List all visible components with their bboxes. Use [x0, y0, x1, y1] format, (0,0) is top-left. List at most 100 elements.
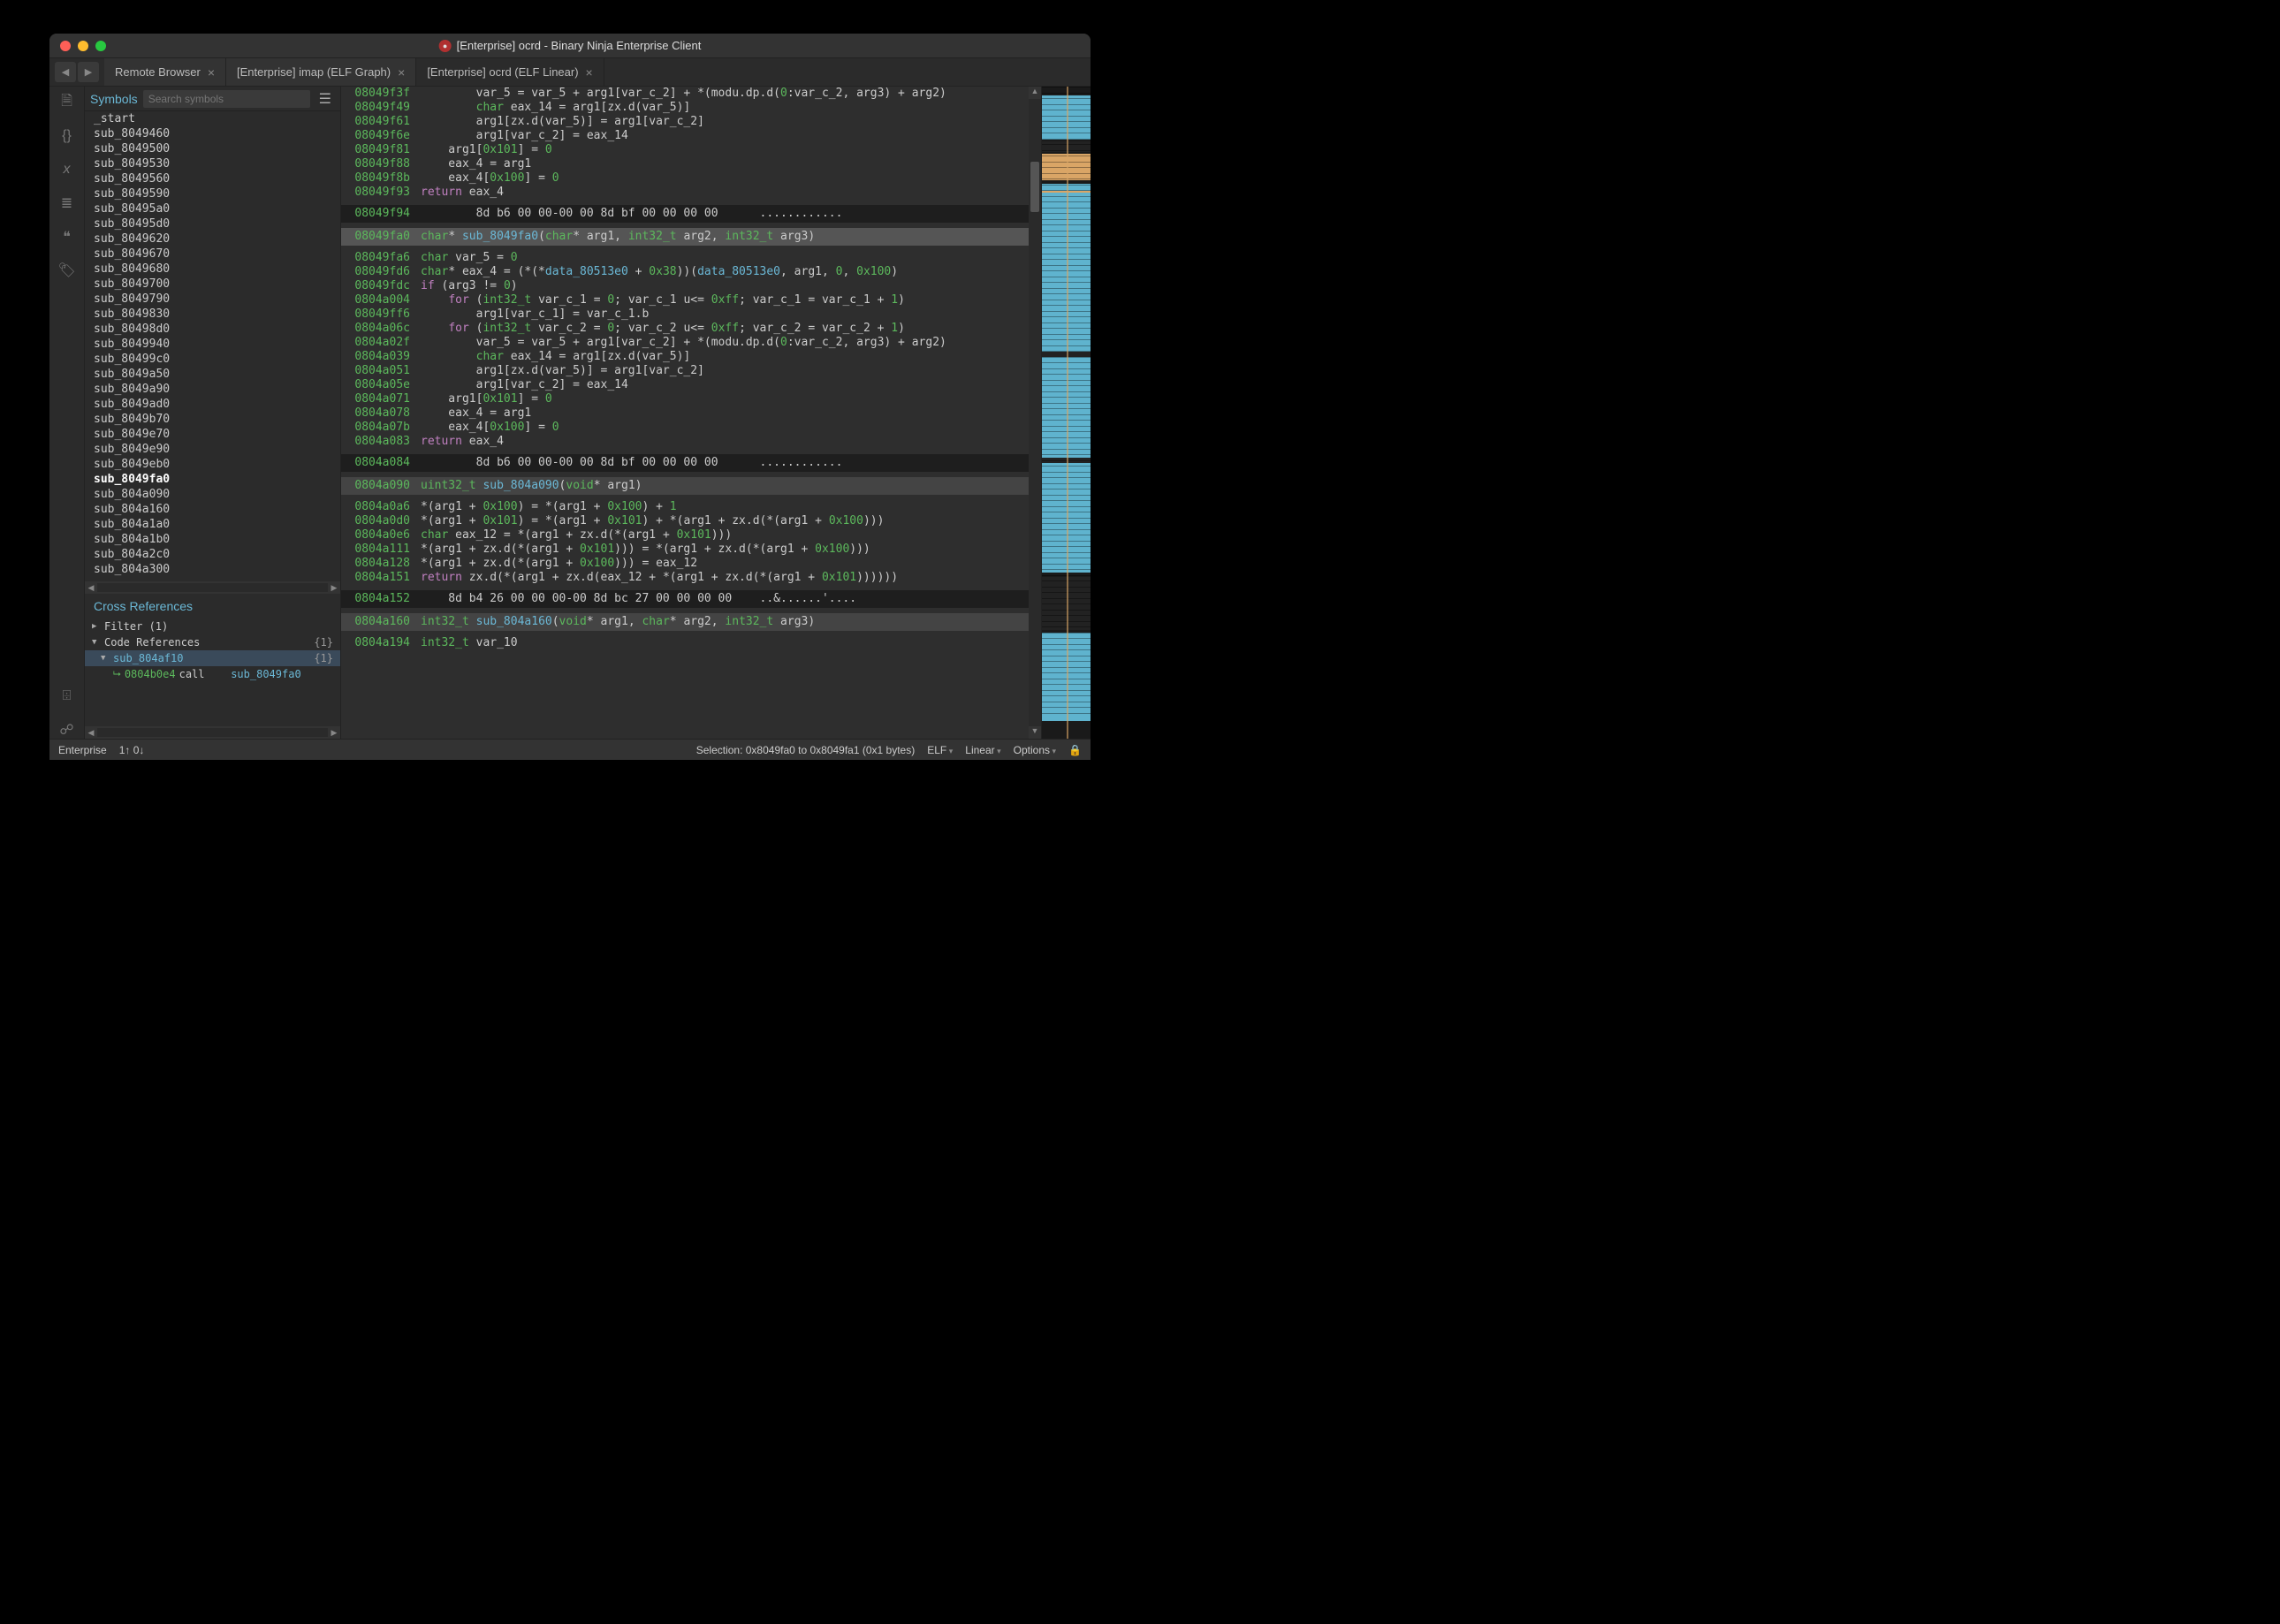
symbol-row[interactable]: sub_8049670 [85, 247, 340, 262]
code-line[interactable]: 08049fdcif (arg3 != 0) [341, 279, 1029, 293]
symbol-row[interactable]: sub_804a090 [85, 487, 340, 502]
symbol-row[interactable]: sub_8049fa0 [85, 472, 340, 487]
scroll-down-icon[interactable]: ▼ [1029, 726, 1041, 739]
symbol-row[interactable]: sub_8049a50 [85, 367, 340, 382]
graph-icon[interactable]: ☍ [58, 721, 76, 739]
scroll-right-icon[interactable]: ▶ [328, 728, 340, 738]
layers-icon[interactable]: ≣ [58, 194, 76, 212]
tab-close-icon[interactable]: × [398, 65, 405, 80]
close-window-button[interactable] [60, 41, 71, 51]
symbol-row[interactable]: sub_804a2c0 [85, 547, 340, 562]
code-line[interactable]: 0804a083return eax_4 [341, 435, 1029, 449]
symbol-row[interactable]: _start [85, 111, 340, 126]
code-line[interactable]: 08049f6e arg1[var_c_2] = eax_14 [341, 129, 1029, 143]
symbol-row[interactable]: sub_8049530 [85, 156, 340, 171]
tab-close-icon[interactable]: × [586, 65, 593, 80]
scroll-left-icon[interactable]: ◀ [85, 728, 97, 738]
symbol-row[interactable]: sub_8049a90 [85, 382, 340, 397]
code-line[interactable]: 0804a084 8d b6 00 00-00 00 8d bf 00 00 0… [341, 454, 1029, 472]
symbol-row[interactable]: sub_80498d0 [85, 322, 340, 337]
zoom-window-button[interactable] [95, 41, 106, 51]
code-line[interactable]: 0804a071 arg1[0x101] = 0 [341, 392, 1029, 406]
code-line[interactable]: 0804a07b eax_4[0x100] = 0 [341, 421, 1029, 435]
code-line[interactable]: 0804a05e arg1[var_c_2] = eax_14 [341, 378, 1029, 392]
code-line[interactable]: 08049f49 char eax_14 = arg1[zx.d(var_5)] [341, 101, 1029, 115]
nav-back-button[interactable]: ◀ [55, 62, 76, 82]
scroll-up-icon[interactable]: ▲ [1029, 87, 1041, 99]
code-line[interactable]: 0804a160int32_t sub_804a160(void* arg1, … [341, 613, 1029, 631]
symbols-hscrollbar[interactable]: ◀ ▶ [85, 581, 340, 594]
code-line[interactable]: 08049f61 arg1[zx.d(var_5)] = arg1[var_c_… [341, 115, 1029, 129]
code-line[interactable]: 0804a02f var_5 = var_5 + arg1[var_c_2] +… [341, 336, 1029, 350]
code-line[interactable]: 0804a151return zx.d(*(arg1 + zx.d(eax_12… [341, 571, 1029, 585]
symbol-row[interactable]: sub_8049940 [85, 337, 340, 352]
code-line[interactable]: 0804a06c for (int32_t var_c_2 = 0; var_c… [341, 322, 1029, 336]
code-vscrollbar[interactable]: ▲ ▼ [1029, 87, 1041, 739]
code-line[interactable]: 08049f93return eax_4 [341, 186, 1029, 200]
status-view-dropdown[interactable]: Linear [965, 744, 1000, 756]
code-line[interactable]: 0804a128*(arg1 + zx.d(*(arg1 + 0x100))) … [341, 557, 1029, 571]
symbol-row[interactable]: sub_8049ad0 [85, 397, 340, 412]
xrefs-func-row[interactable]: ▼sub_804af10 {1} [85, 650, 340, 666]
code-line[interactable]: 0804a194int32_t var_10 [341, 636, 1029, 650]
tab[interactable]: [Enterprise] ocrd (ELF Linear)× [416, 58, 604, 86]
code-line[interactable]: 08049fa0char* sub_8049fa0(char* arg1, in… [341, 228, 1029, 246]
status-enterprise[interactable]: Enterprise [58, 744, 107, 756]
symbol-row[interactable]: sub_8049eb0 [85, 457, 340, 472]
code-line[interactable]: 08049fd6char* eax_4 = (*(*data_80513e0 +… [341, 265, 1029, 279]
symbol-row[interactable]: sub_8049560 [85, 171, 340, 186]
code-line[interactable]: 0804a004 for (int32_t var_c_1 = 0; var_c… [341, 293, 1029, 307]
nav-forward-button[interactable]: ▶ [78, 62, 99, 82]
scroll-left-icon[interactable]: ◀ [85, 583, 97, 593]
feature-map[interactable] [1041, 87, 1091, 739]
symbol-row[interactable]: sub_8049b70 [85, 412, 340, 427]
symbol-row[interactable]: sub_8049460 [85, 126, 340, 141]
symbols-list[interactable]: _startsub_8049460sub_8049500sub_8049530s… [85, 111, 340, 581]
xrefs-filter-row[interactable]: ▶Filter (1) [85, 618, 340, 634]
symbol-row[interactable]: sub_804a1a0 [85, 517, 340, 532]
scroll-right-icon[interactable]: ▶ [328, 583, 340, 593]
hierarchy-icon[interactable]: ⌹ [58, 687, 76, 705]
code-line[interactable]: 0804a039 char eax_14 = arg1[zx.d(var_5)] [341, 350, 1029, 364]
code-line[interactable]: 08049f88 eax_4 = arg1 [341, 157, 1029, 171]
symbol-row[interactable]: sub_8049830 [85, 307, 340, 322]
code-line[interactable]: 0804a0e6char eax_12 = *(arg1 + zx.d(*(ar… [341, 528, 1029, 543]
symbol-row[interactable]: sub_8049500 [85, 141, 340, 156]
code-line[interactable]: 0804a051 arg1[zx.d(var_5)] = arg1[var_c_… [341, 364, 1029, 378]
code-line[interactable]: 08049f8b eax_4[0x100] = 0 [341, 171, 1029, 186]
symbol-row[interactable]: sub_8049620 [85, 231, 340, 247]
code-line[interactable]: 08049ff6 arg1[var_c_1] = var_c_1.b [341, 307, 1029, 322]
symbol-row[interactable]: sub_8049680 [85, 262, 340, 277]
code-line[interactable]: 08049f94 8d b6 00 00-00 00 8d bf 00 00 0… [341, 205, 1029, 223]
symbol-row[interactable]: sub_80495d0 [85, 216, 340, 231]
symbol-row[interactable]: sub_8049e70 [85, 427, 340, 442]
code-line[interactable]: 0804a152 8d b4 26 00 00 00-00 8d bc 27 0… [341, 590, 1029, 608]
xrefs-hscrollbar[interactable]: ◀ ▶ [85, 726, 340, 739]
symbols-menu-icon[interactable]: ☰ [315, 90, 335, 108]
status-format-dropdown[interactable]: ELF [927, 744, 953, 756]
tab-close-icon[interactable]: × [208, 65, 215, 80]
code-view[interactable]: 08049f3f var_5 = var_5 + arg1[var_c_2] +… [341, 87, 1029, 739]
code-line[interactable]: 0804a0d0*(arg1 + 0x101) = *(arg1 + 0x101… [341, 514, 1029, 528]
code-line[interactable]: 08049fa6char var_5 = 0 [341, 251, 1029, 265]
symbol-row[interactable]: sub_80499c0 [85, 352, 340, 367]
code-line[interactable]: 0804a0a6*(arg1 + 0x100) = *(arg1 + 0x100… [341, 500, 1029, 514]
tab[interactable]: [Enterprise] imap (ELF Graph)× [226, 58, 416, 86]
code-line[interactable]: 08049f3f var_5 = var_5 + arg1[var_c_2] +… [341, 87, 1029, 101]
minimize-window-button[interactable] [78, 41, 88, 51]
status-options-dropdown[interactable]: Options [1014, 744, 1056, 756]
symbol-row[interactable]: sub_8049e90 [85, 442, 340, 457]
symbol-row[interactable]: sub_8049590 [85, 186, 340, 201]
xrefs-coderefs-row[interactable]: ▼Code References {1} [85, 634, 340, 650]
quote-icon[interactable]: ❝ [58, 228, 76, 246]
symbol-row[interactable]: sub_804a1b0 [85, 532, 340, 547]
tab[interactable]: Remote Browser× [104, 58, 226, 86]
code-line[interactable]: 0804a078 eax_4 = arg1 [341, 406, 1029, 421]
symbols-search-input[interactable] [143, 90, 310, 108]
symbol-row[interactable]: sub_804a160 [85, 502, 340, 517]
code-line[interactable]: 08049f81 arg1[0x101] = 0 [341, 143, 1029, 157]
code-line[interactable]: 0804a111*(arg1 + zx.d(*(arg1 + 0x101))) … [341, 543, 1029, 557]
lock-icon[interactable]: 🔒 [1068, 744, 1082, 756]
symbol-row[interactable]: sub_804a300 [85, 562, 340, 577]
variable-icon[interactable]: x [58, 161, 76, 178]
